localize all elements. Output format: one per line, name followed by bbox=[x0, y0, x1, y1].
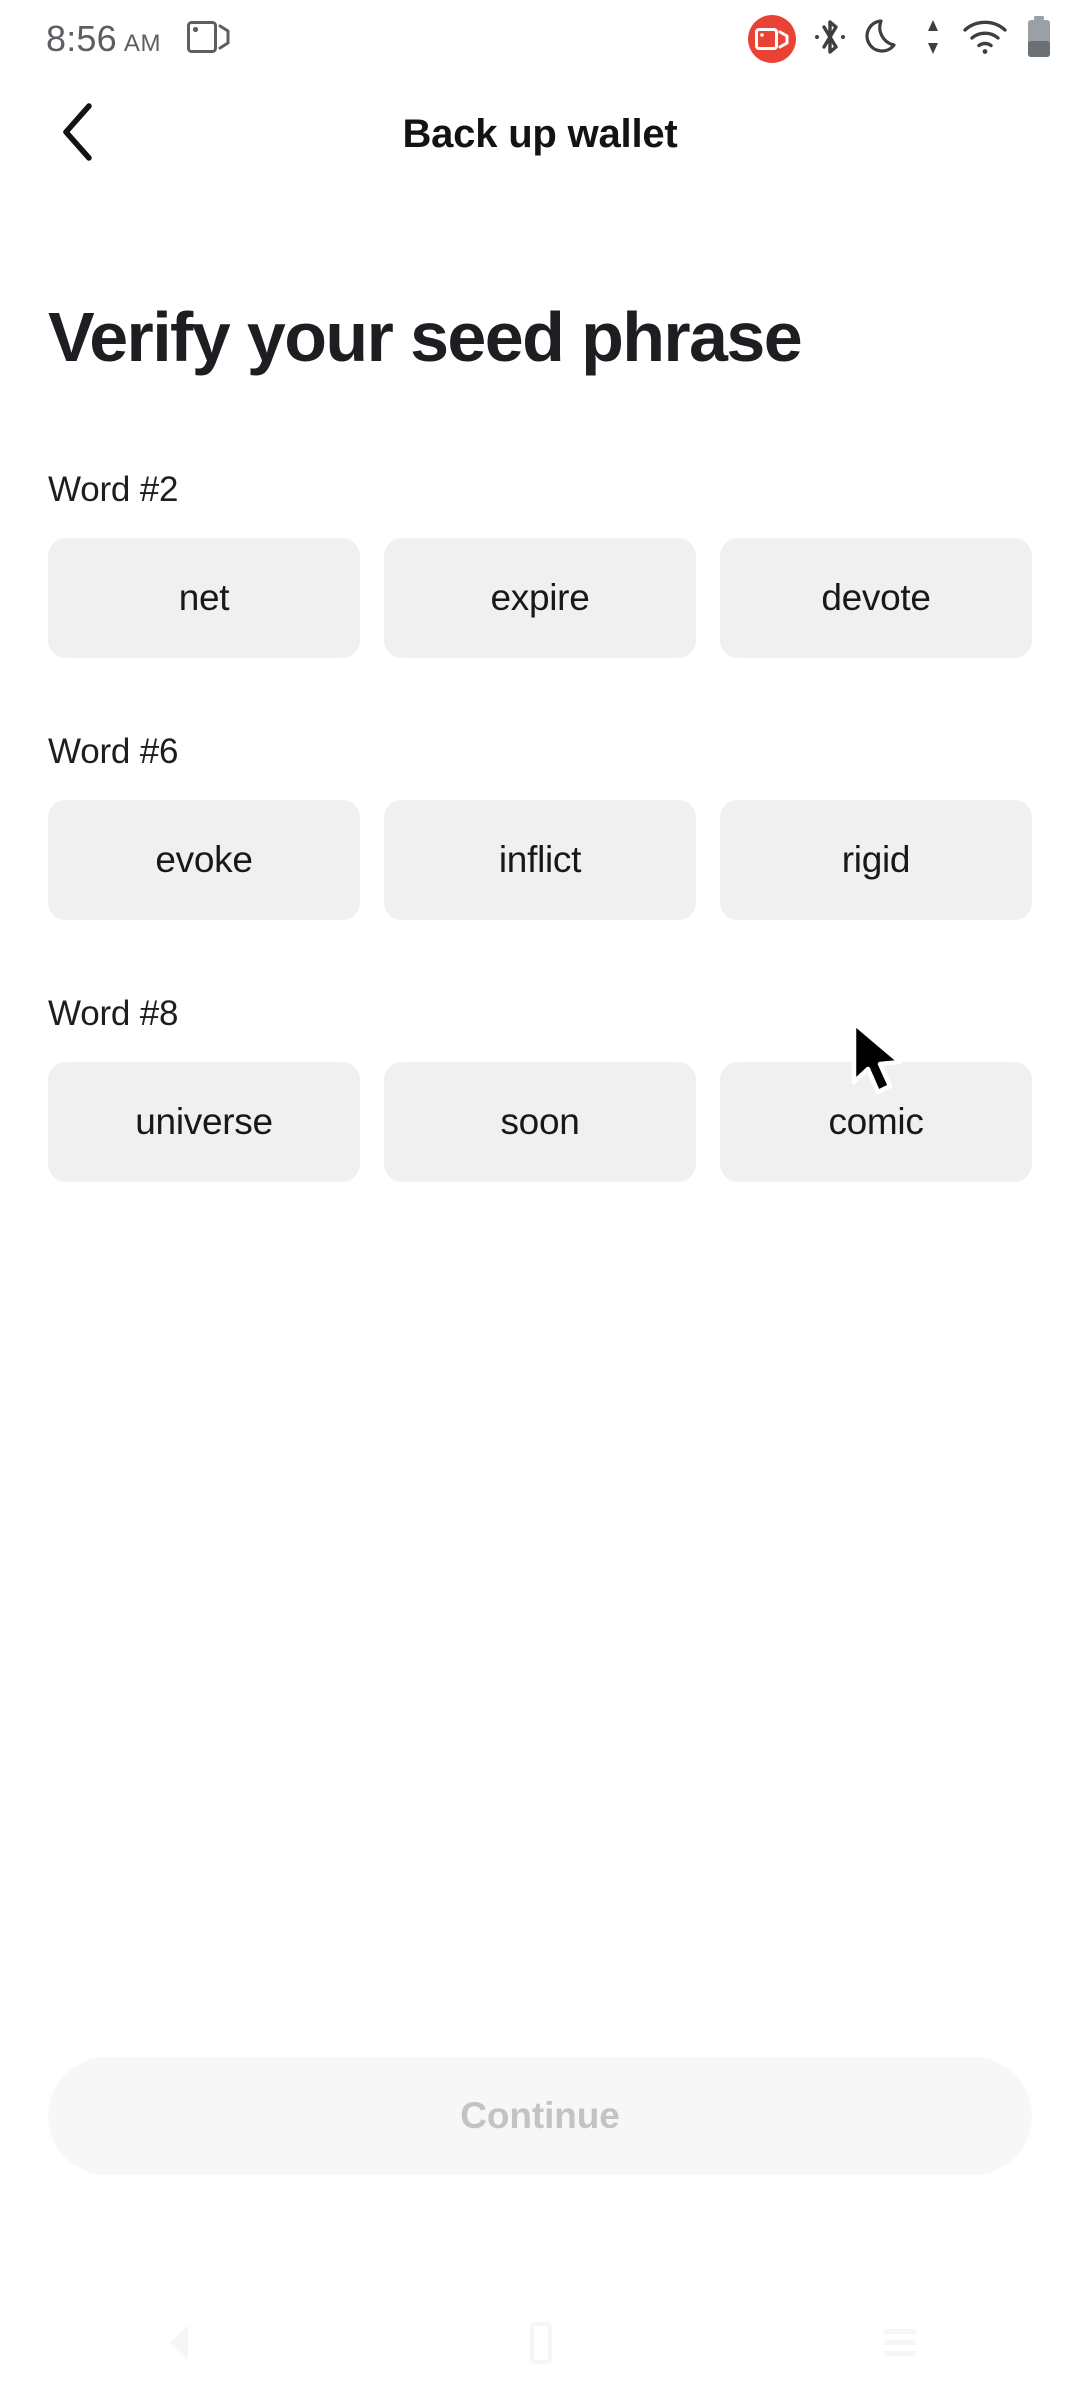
clock-time: 8:56 bbox=[46, 18, 117, 59]
phone-screen: 8:56 AM Back up wallet Verify your seed … bbox=[0, 0, 1080, 2400]
word-group-label: Word #2 bbox=[48, 470, 179, 510]
word-group-2: Word #2 net expire devote bbox=[0, 470, 1080, 659]
clock-ampm: AM bbox=[123, 30, 162, 57]
battery-icon bbox=[1026, 15, 1052, 64]
app-bar: Back up wallet bbox=[0, 78, 1080, 190]
nav-home-icon bbox=[520, 2319, 560, 2372]
word-option-chip[interactable]: expire bbox=[384, 538, 696, 659]
word-options-row: net expire devote bbox=[0, 538, 1080, 659]
word-option-chip[interactable]: comic bbox=[720, 1062, 1032, 1183]
main-content: Verify your seed phrase Word #2 net expi… bbox=[0, 190, 1080, 1183]
page-heading: Verify your seed phrase bbox=[48, 298, 803, 376]
back-button[interactable] bbox=[36, 92, 120, 176]
chevron-left-icon bbox=[58, 101, 98, 168]
data-transfer-icon bbox=[922, 17, 944, 62]
word-option-chip[interactable]: inflict bbox=[384, 800, 696, 921]
bluetooth-icon bbox=[814, 16, 846, 63]
word-group-6: Word #6 evoke inflict rigid bbox=[0, 732, 1080, 921]
word-option-chip[interactable]: universe bbox=[48, 1062, 360, 1183]
word-option-chip[interactable]: devote bbox=[720, 538, 1032, 659]
nav-home-button[interactable] bbox=[480, 2305, 600, 2385]
continue-button[interactable]: Continue bbox=[48, 2057, 1032, 2175]
nav-recents-button[interactable] bbox=[840, 2305, 960, 2385]
screen-recording-icon bbox=[748, 15, 796, 63]
android-nav-bar bbox=[0, 2290, 1080, 2400]
status-bar-clock: 8:56 AM bbox=[46, 18, 161, 60]
word-option-chip[interactable]: net bbox=[48, 538, 360, 659]
nav-recents-icon bbox=[878, 2321, 922, 2370]
word-option-chip[interactable]: rigid bbox=[720, 800, 1032, 921]
page-title-small: Back up wallet bbox=[402, 111, 678, 156]
word-group-label: Word #6 bbox=[48, 732, 179, 772]
nav-back-icon bbox=[160, 2321, 200, 2370]
status-bar: 8:56 AM bbox=[0, 0, 1080, 78]
screen-cast-icon bbox=[187, 20, 231, 59]
do-not-disturb-moon-icon bbox=[864, 16, 904, 63]
status-bar-left: 8:56 AM bbox=[46, 18, 231, 60]
word-group-8: Word #8 universe soon comic bbox=[0, 994, 1080, 1183]
word-option-chip[interactable]: evoke bbox=[48, 800, 360, 921]
word-group-label: Word #8 bbox=[48, 994, 179, 1034]
word-options-row: universe soon comic bbox=[0, 1062, 1080, 1183]
wifi-icon bbox=[962, 19, 1008, 60]
word-options-row: evoke inflict rigid bbox=[0, 800, 1080, 921]
nav-back-button[interactable] bbox=[120, 2305, 240, 2385]
status-bar-right bbox=[748, 15, 1052, 64]
word-option-chip[interactable]: soon bbox=[384, 1062, 696, 1183]
